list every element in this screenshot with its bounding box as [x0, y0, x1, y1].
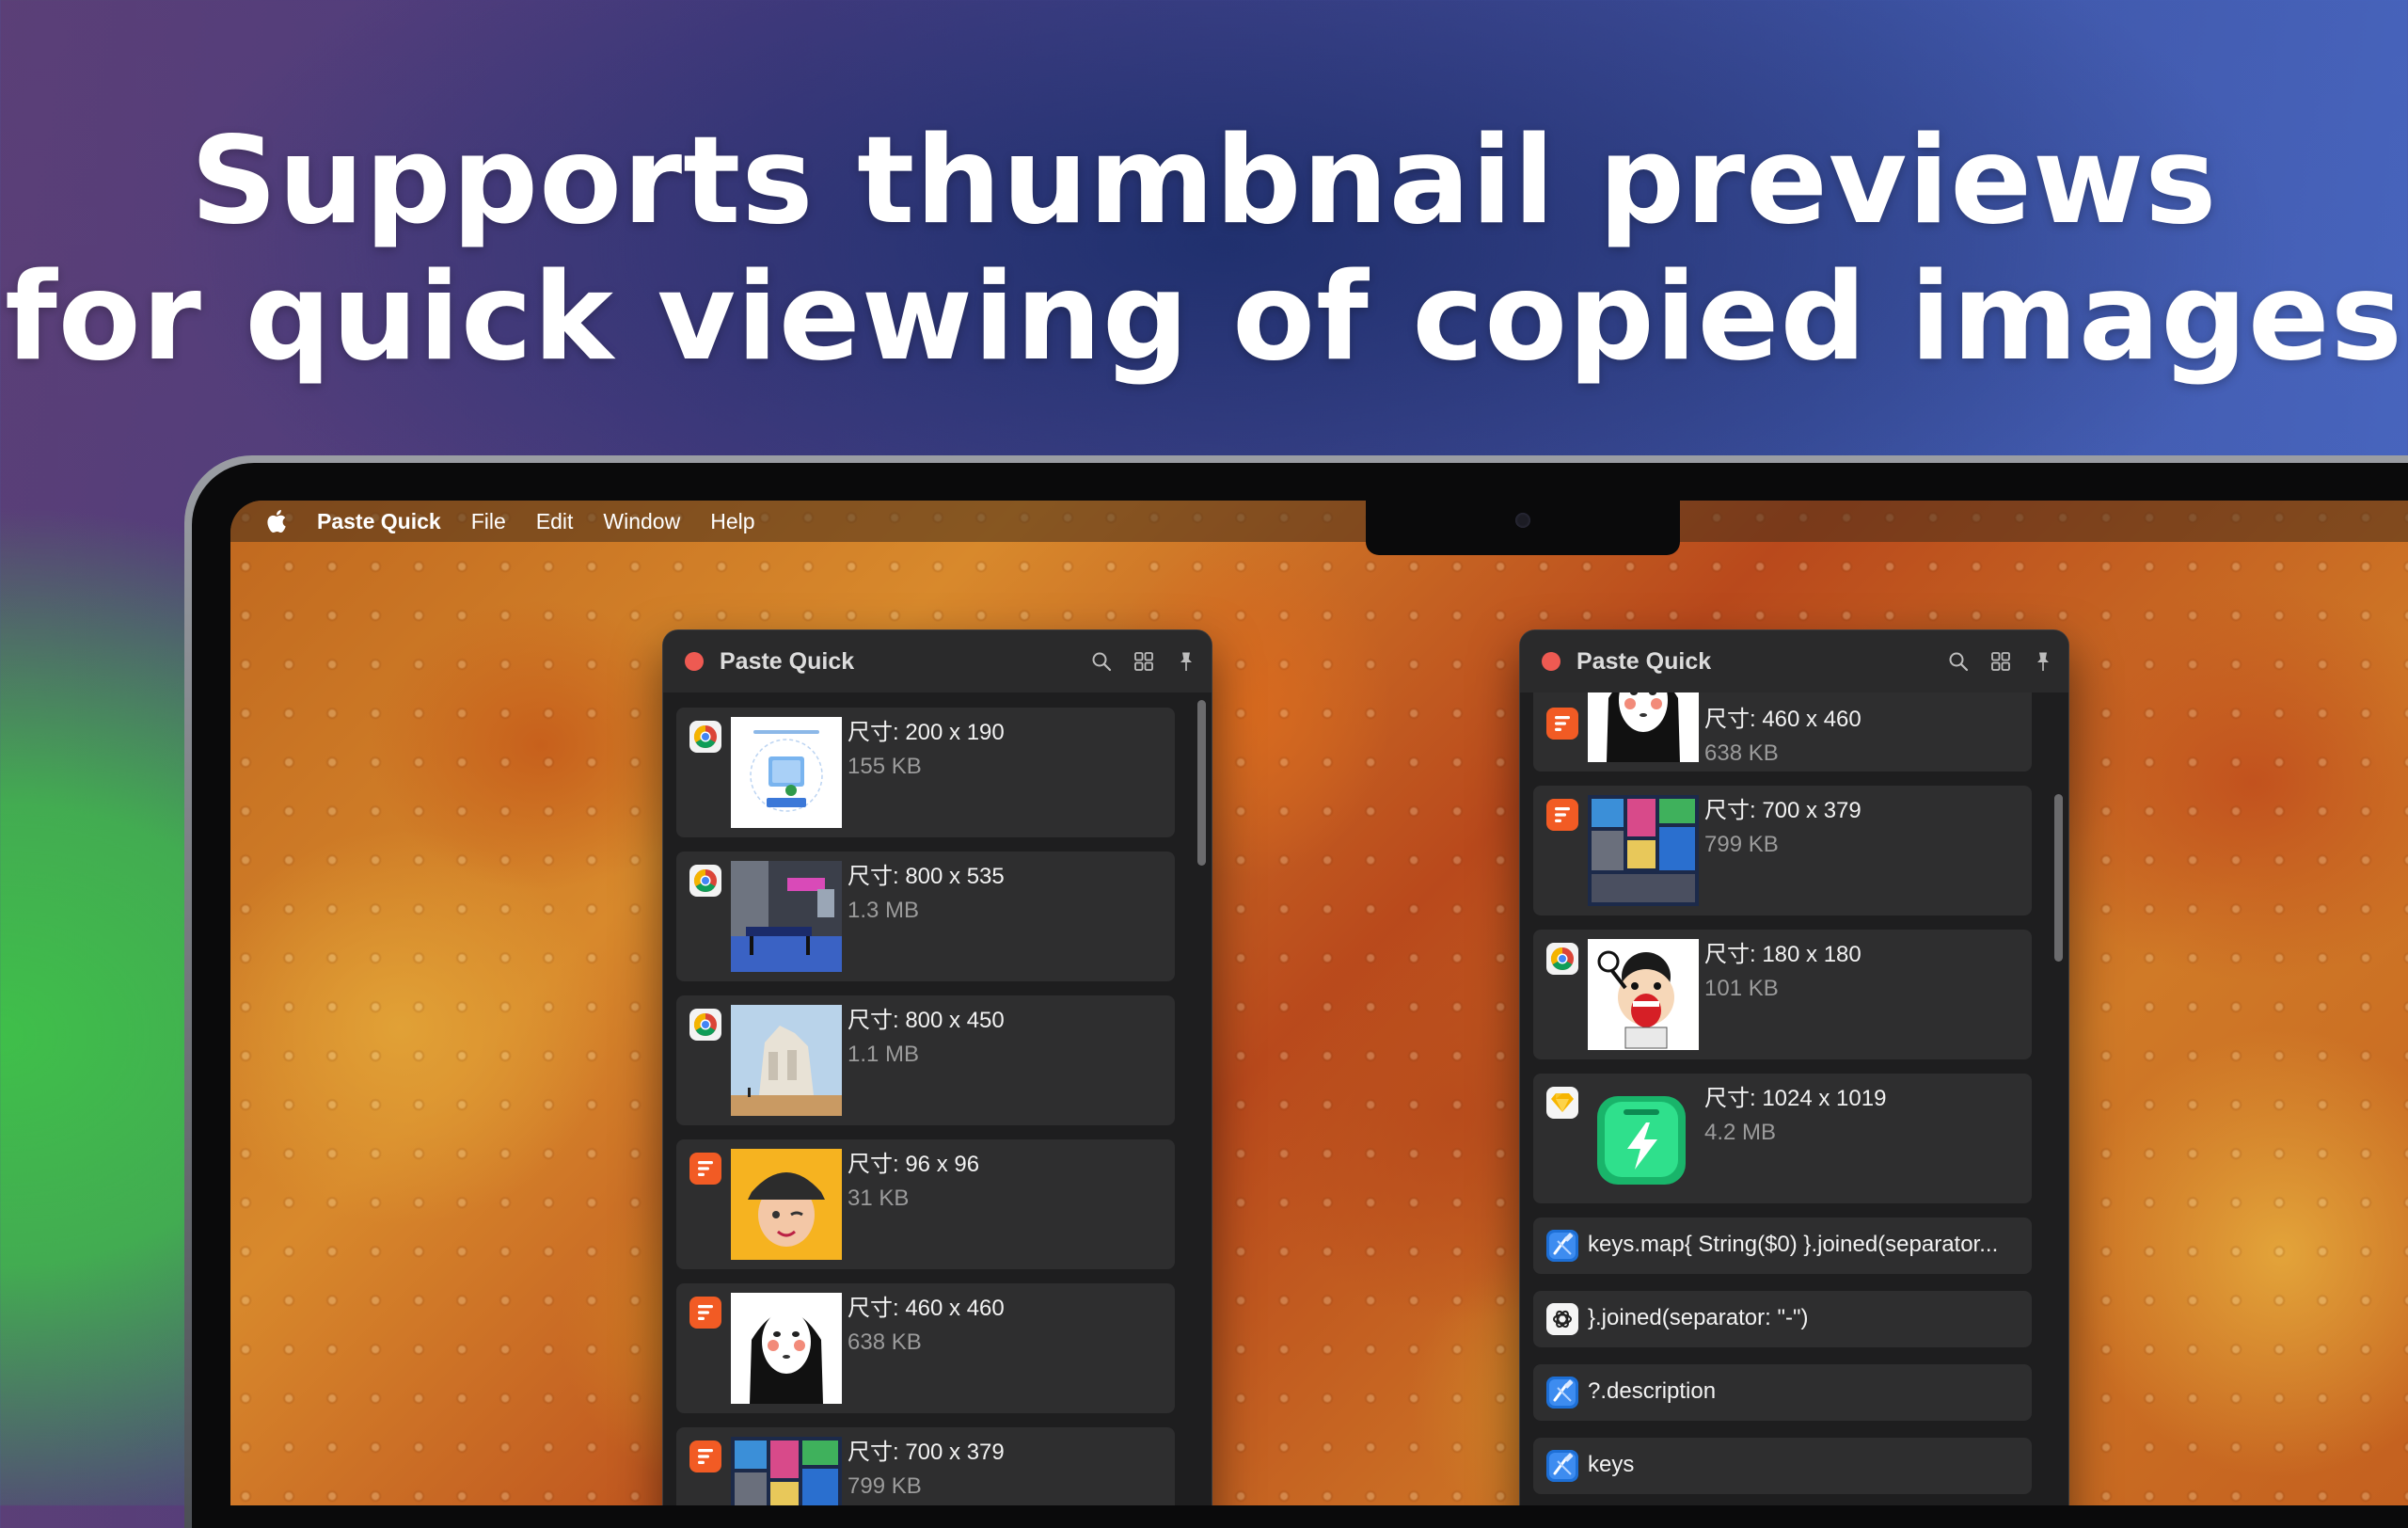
- clipboard-item[interactable]: 尺寸: 1024 x 1019 4.2 MB: [1533, 1074, 2032, 1203]
- clipboard-item[interactable]: 尺寸: 700 x 379 799 KB: [676, 1427, 1175, 1505]
- thumbnail-templates-screenshot: [731, 717, 842, 828]
- clipboard-text: keys: [1588, 1452, 1635, 1477]
- close-button[interactable]: [685, 652, 704, 671]
- image-size: 尺寸: 700 x 379: [1704, 798, 1861, 823]
- xcode-icon: [1546, 1230, 1578, 1262]
- clipboard-text-item[interactable]: keys.map{ String($0) }.joined(separator.…: [1533, 1218, 2032, 1274]
- clipboard-item[interactable]: 尺寸: 800 x 535 1.3 MB: [676, 852, 1175, 981]
- pin-icon[interactable]: [1176, 651, 1196, 672]
- file-size: 4.2 MB: [1704, 1120, 1777, 1145]
- grid-view-icon[interactable]: [1990, 651, 2011, 672]
- panel-titlebar: Paste Quick: [663, 630, 1212, 692]
- scrollbar-thumb[interactable]: [1197, 700, 1206, 866]
- xcode-icon: [1546, 1377, 1578, 1409]
- image-size: 尺寸: 800 x 535: [848, 864, 1005, 889]
- file-size: 155 KB: [848, 754, 922, 779]
- desktop-screen: Paste Quick File Edit Window Help Paste …: [230, 501, 2408, 1505]
- thumbnail-no-face-character: [1588, 692, 1699, 762]
- chrome-icon: [1546, 943, 1578, 975]
- feishu-icon: [689, 1297, 721, 1329]
- apple-logo-icon[interactable]: [264, 509, 287, 533]
- clipboard-text-item[interactable]: }.joined(separator: "-"): [1533, 1291, 2032, 1347]
- thumbnail-collage-image: [1588, 795, 1699, 906]
- clipboard-item[interactable]: 尺寸: 460 x 460 638 KB: [1533, 692, 2032, 772]
- thumbnail-game-room-photo: [731, 861, 842, 972]
- menu-window[interactable]: Window: [603, 509, 680, 534]
- headline: Supports thumbnail previews for quick vi…: [0, 113, 2408, 386]
- image-size: 尺寸: 800 x 450: [848, 1008, 1005, 1033]
- image-size: 尺寸: 460 x 460: [848, 1296, 1005, 1321]
- feishu-icon: [689, 1440, 721, 1472]
- feishu-icon: [1546, 708, 1578, 740]
- file-size: 638 KB: [848, 1329, 922, 1355]
- clipboard-item[interactable]: 尺寸: 800 x 450 1.1 MB: [676, 995, 1175, 1125]
- file-size: 638 KB: [1704, 740, 1779, 766]
- clipboard-text: ?.description: [1588, 1378, 1717, 1404]
- file-size: 101 KB: [1704, 976, 1779, 1001]
- scrollbar[interactable]: [1197, 700, 1206, 1505]
- feishu-icon: [689, 1153, 721, 1185]
- headline-line-1: Supports thumbnail previews: [190, 111, 2218, 251]
- scrollbar[interactable]: [2054, 700, 2063, 1505]
- clipboard-item[interactable]: 尺寸: 460 x 460 638 KB: [676, 1283, 1175, 1413]
- image-size: 尺寸: 460 x 460: [1704, 707, 1861, 732]
- camera-notch: [1366, 501, 1680, 555]
- image-size: 尺寸: 96 x 96: [848, 1152, 980, 1177]
- clipboard-text-item[interactable]: keys: [1533, 1438, 2032, 1494]
- feishu-icon: [1546, 799, 1578, 831]
- menu-bar: Paste Quick File Edit Window Help: [230, 501, 2408, 542]
- thumbnail-temple-photo: [731, 1005, 842, 1116]
- scrollbar-thumb[interactable]: [2054, 794, 2063, 962]
- headline-line-2: for quick viewing of copied images: [5, 247, 2403, 388]
- image-size: 尺寸: 700 x 379: [848, 1440, 1005, 1465]
- panel-title: Paste Quick: [1576, 647, 1712, 675]
- clipboard-list[interactable]: 尺寸: 460 x 460 638 KB 尺寸: 700 x 379 799 K…: [1520, 692, 2068, 1505]
- clipboard-item[interactable]: 尺寸: 700 x 379 799 KB: [1533, 786, 2032, 915]
- image-size: 尺寸: 200 x 190: [848, 720, 1005, 745]
- file-size: 1.1 MB: [848, 1042, 920, 1067]
- paste-quick-panel-left: Paste Quick 尺寸: 200 x 190 155 KB 尺寸: 800…: [663, 630, 1212, 1505]
- search-icon[interactable]: [1948, 651, 1969, 672]
- file-size: 799 KB: [1704, 832, 1779, 857]
- image-size: 尺寸: 1024 x 1019: [1704, 1086, 1887, 1111]
- clipboard-item[interactable]: 尺寸: 180 x 180 101 KB: [1533, 930, 2032, 1059]
- thumbnail-no-face-character: [731, 1293, 842, 1404]
- file-size: 1.3 MB: [848, 898, 920, 923]
- clipboard-list[interactable]: 尺寸: 200 x 190 155 KB 尺寸: 800 x 535 1.3 M…: [663, 692, 1212, 1505]
- close-button[interactable]: [1542, 652, 1560, 671]
- grid-view-icon[interactable]: [1133, 651, 1154, 672]
- sketch-icon: [1546, 1087, 1578, 1119]
- pin-icon[interactable]: [2033, 651, 2053, 672]
- panel-titlebar: Paste Quick: [1520, 630, 2068, 692]
- file-size: 799 KB: [848, 1473, 922, 1499]
- panel-title: Paste Quick: [720, 647, 855, 675]
- clipboard-text: keys.map{ String($0) }.joined(separator.…: [1588, 1232, 1999, 1257]
- search-icon[interactable]: [1091, 651, 1112, 672]
- clipboard-item[interactable]: 尺寸: 96 x 96 31 KB: [676, 1139, 1175, 1269]
- xcode-icon: [1546, 1450, 1578, 1482]
- thumbnail-cartoon-sticker: [1588, 939, 1699, 1050]
- paste-quick-panel-right: Paste Quick 尺寸: 460 x 460 638 KB 尺寸: 700…: [1520, 630, 2068, 1505]
- image-size: 尺寸: 180 x 180: [1704, 942, 1861, 967]
- menu-app-name[interactable]: Paste Quick: [317, 509, 441, 534]
- chrome-icon: [689, 865, 721, 897]
- thumbnail-green-app-icon: [1588, 1083, 1699, 1194]
- menu-file[interactable]: File: [471, 509, 506, 534]
- menu-edit[interactable]: Edit: [536, 509, 574, 534]
- camera-icon: [1515, 513, 1530, 528]
- clipboard-item[interactable]: 尺寸: 200 x 190 155 KB: [676, 708, 1175, 837]
- clipboard-text: }.joined(separator: "-"): [1588, 1305, 1809, 1330]
- chrome-icon: [689, 1009, 721, 1041]
- chatgpt-icon: [1546, 1303, 1578, 1335]
- file-size: 31 KB: [848, 1186, 910, 1211]
- menu-help[interactable]: Help: [710, 509, 754, 534]
- thumbnail-memoji-avatar: [731, 1149, 842, 1260]
- chrome-icon: [689, 721, 721, 753]
- thumbnail-collage-image: [731, 1437, 842, 1505]
- clipboard-text-item[interactable]: ?.description: [1533, 1364, 2032, 1421]
